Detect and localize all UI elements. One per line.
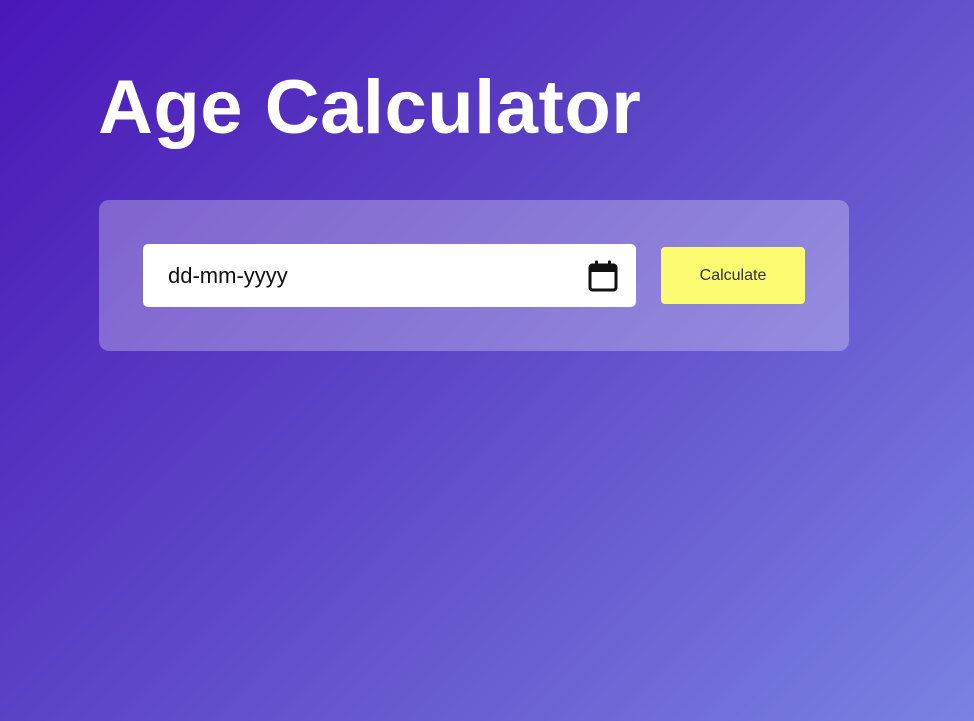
age-form-card: dd-mm-yyyy Calculate (99, 200, 849, 351)
date-placeholder-text: dd-mm-yyyy (168, 262, 288, 288)
calendar-icon[interactable] (587, 259, 619, 293)
birth-date-input[interactable]: dd-mm-yyyy (143, 244, 636, 307)
calculate-button[interactable]: Calculate (661, 247, 805, 304)
page-title: Age Calculator (98, 65, 642, 150)
